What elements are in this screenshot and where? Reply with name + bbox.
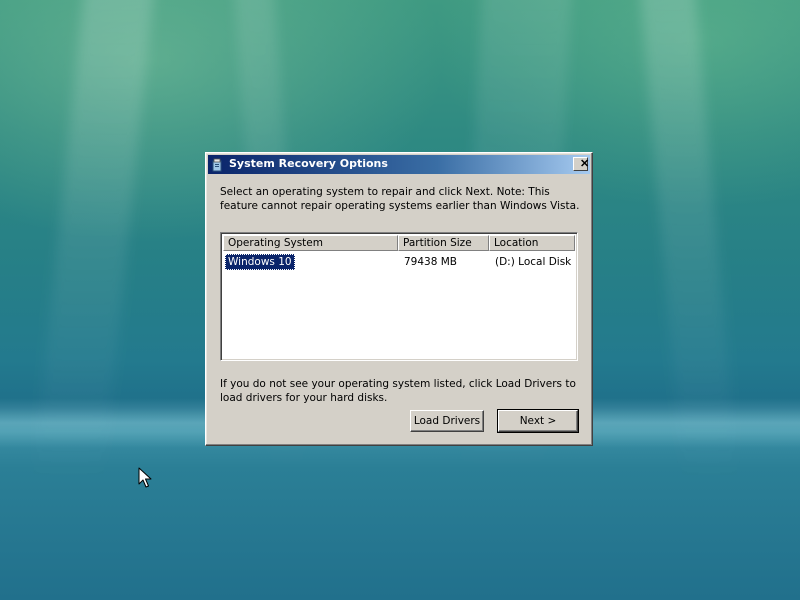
partition-size-cell: 79438 MB (404, 256, 458, 268)
load-drivers-button[interactable]: Load Drivers (410, 410, 484, 432)
list-item[interactable]: Windows 10 79438 MB (D:) Local Disk (223, 254, 575, 270)
recovery-icon (212, 157, 223, 172)
system-recovery-dialog: System Recovery Options ✕ Select an oper… (205, 152, 593, 446)
column-header-partition-size[interactable]: Partition Size (398, 235, 489, 251)
next-button[interactable]: Next > (497, 409, 579, 433)
close-button[interactable]: ✕ (573, 157, 590, 171)
desktop-background: System Recovery Options ✕ Select an oper… (0, 0, 800, 600)
load-drivers-hint: If you do not see your operating system … (220, 378, 576, 404)
os-cell: Windows 10 (223, 254, 398, 270)
location-cell: (D:) Local Disk (495, 256, 572, 268)
os-name: Windows 10 (225, 254, 295, 270)
list-header: Operating System Partition Size Location (223, 235, 575, 251)
title-bar[interactable]: System Recovery Options ✕ (208, 155, 590, 174)
intro-text: Select an operating system to repair and… (220, 186, 580, 212)
mouse-pointer-icon (138, 467, 152, 489)
dialog-title: System Recovery Options (229, 157, 388, 170)
os-list[interactable]: Operating System Partition Size Location… (220, 232, 578, 361)
column-header-operating-system[interactable]: Operating System (223, 235, 398, 251)
close-icon: ✕ (580, 158, 590, 170)
column-header-location[interactable]: Location (489, 235, 575, 251)
